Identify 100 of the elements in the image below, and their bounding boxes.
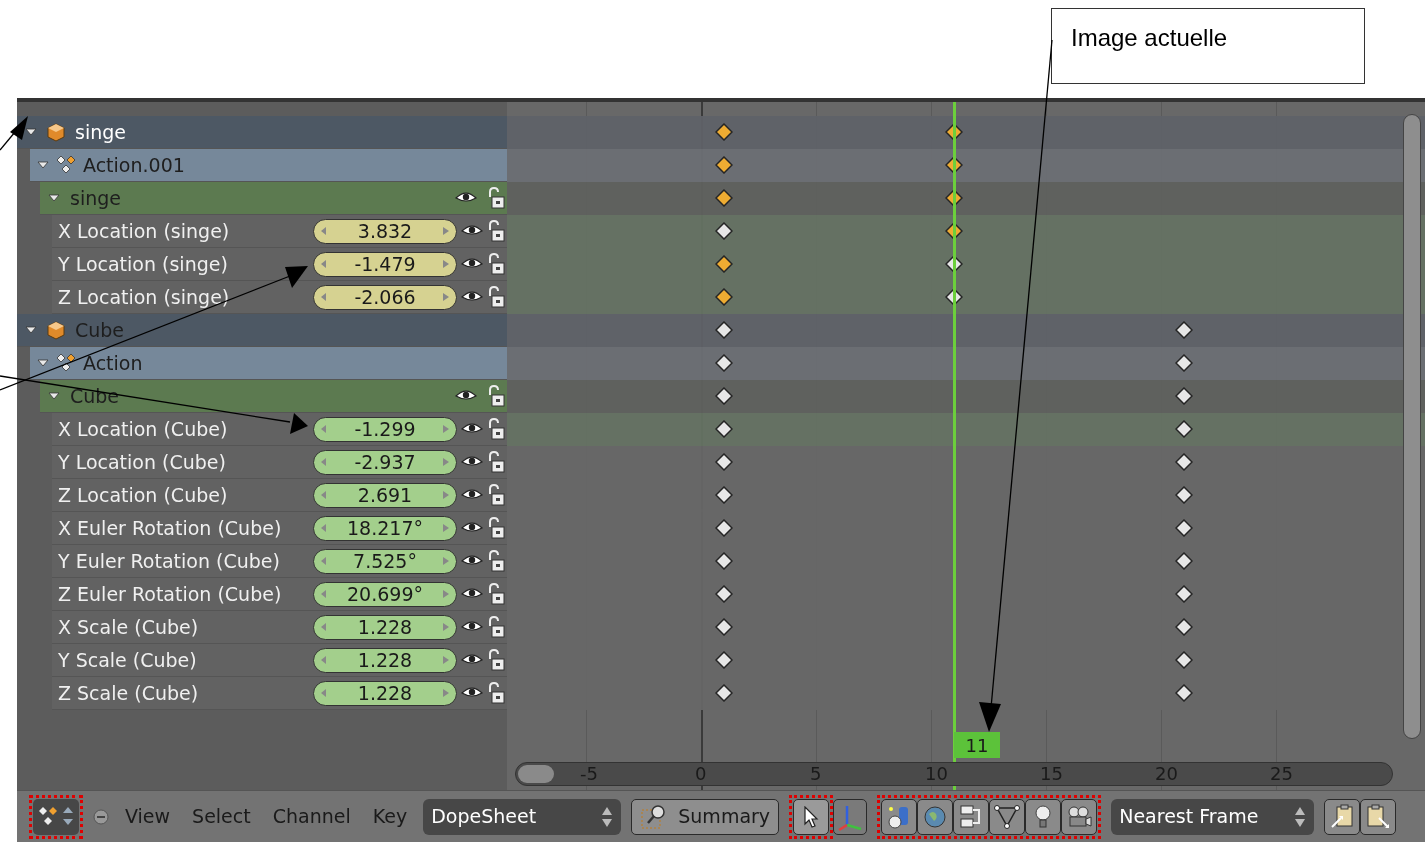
keyframe-diamond-icon[interactable] xyxy=(1175,519,1193,537)
keyframe-diamond-icon[interactable] xyxy=(1175,684,1193,702)
keyframe-diamond-icon[interactable] xyxy=(715,618,733,636)
unlocked-padlock-icon[interactable] xyxy=(487,616,505,638)
fcurve-channel-row[interactable]: Z Euler Rotation (Cube) 20.699° xyxy=(52,578,507,611)
fcurve-channel-row[interactable]: X Location (singe) 3.832 xyxy=(52,215,507,248)
keyframe-diamond-icon[interactable] xyxy=(715,684,733,702)
keyframe-diamond-icon[interactable] xyxy=(715,453,733,471)
disclosure-triangle-icon[interactable] xyxy=(25,325,37,335)
eye-icon[interactable] xyxy=(461,488,483,502)
keyframe-diamond-icon[interactable] xyxy=(1175,486,1193,504)
unlocked-padlock-icon[interactable] xyxy=(487,187,505,209)
unlocked-padlock-icon[interactable] xyxy=(487,385,505,407)
eye-icon[interactable] xyxy=(461,455,483,469)
hidden-toggle[interactable] xyxy=(833,798,868,835)
mode-dropdown[interactable]: DopeSheet xyxy=(423,798,622,835)
unlocked-padlock-icon[interactable] xyxy=(487,517,505,539)
fcurve-channel-row[interactable]: Y Scale (Cube) 1.228 xyxy=(52,644,507,677)
eye-icon[interactable] xyxy=(461,422,483,436)
unlocked-padlock-icon[interactable] xyxy=(487,583,505,605)
object-channel-row[interactable]: singe xyxy=(17,116,507,149)
fcurve-channel-row[interactable]: Z Location (singe) -2.066 xyxy=(52,281,507,314)
keyframe-diamond-icon[interactable] xyxy=(715,486,733,504)
keyframe-diamond-icon[interactable] xyxy=(715,189,733,207)
unlocked-padlock-icon[interactable] xyxy=(487,286,505,308)
unlocked-padlock-icon[interactable] xyxy=(487,484,505,506)
keyframe-diamond-icon[interactable] xyxy=(715,420,733,438)
keyframe-diamond-icon[interactable] xyxy=(715,387,733,405)
current-frame-indicator[interactable]: 11 xyxy=(954,732,1000,758)
nodes-filter-button[interactable] xyxy=(953,798,990,835)
keyframe-diamond-icon[interactable] xyxy=(1175,585,1193,603)
action-channel-row[interactable]: Action xyxy=(30,347,507,380)
keyframe-diamond-icon[interactable] xyxy=(715,156,733,174)
keyframe-diamond-icon[interactable] xyxy=(715,354,733,372)
menu-item[interactable]: Key xyxy=(366,802,414,831)
eye-icon[interactable] xyxy=(461,257,483,271)
disclosure-triangle-icon[interactable] xyxy=(48,193,60,203)
keyframe-diamond-icon[interactable] xyxy=(1175,354,1193,372)
keyframe-diamond-icon[interactable] xyxy=(1175,387,1193,405)
keyframe-diamond-icon[interactable] xyxy=(1175,552,1193,570)
disclosure-triangle-icon[interactable] xyxy=(25,127,37,137)
fcurve-channel-row[interactable]: Z Location (Cube) 2.691 xyxy=(52,479,507,512)
menu-item[interactable]: Channel xyxy=(266,802,357,831)
objects-filter-button[interactable] xyxy=(881,798,918,835)
keyframe-diamond-icon[interactable] xyxy=(715,552,733,570)
fcurve-channel-row[interactable]: Y Euler Rotation (Cube) 7.525° xyxy=(52,545,507,578)
keyframe-diamond-icon[interactable] xyxy=(715,585,733,603)
vertical-scrollbar[interactable] xyxy=(1403,114,1421,739)
unlocked-padlock-icon[interactable] xyxy=(487,451,505,473)
keyframe-diamond-icon[interactable] xyxy=(715,288,733,306)
scroll-handle[interactable] xyxy=(518,765,554,783)
minus-circle-icon[interactable] xyxy=(93,808,109,825)
keyframe-diamond-icon[interactable] xyxy=(1175,618,1193,636)
menu-item[interactable]: Select xyxy=(186,802,257,831)
unlocked-padlock-icon[interactable] xyxy=(487,418,505,440)
eye-icon[interactable] xyxy=(461,224,483,238)
unlocked-padlock-icon[interactable] xyxy=(487,253,505,275)
eye-icon[interactable] xyxy=(461,620,483,634)
keyframe-diamond-icon[interactable] xyxy=(1175,321,1193,339)
menu-item[interactable]: View xyxy=(119,802,177,831)
copy-keyframes-button[interactable] xyxy=(1324,798,1361,835)
mesh-filter-button[interactable] xyxy=(989,798,1026,835)
eye-icon[interactable] xyxy=(455,389,477,403)
fcurve-channel-row[interactable]: X Location (Cube) -1.299 xyxy=(52,413,507,446)
keyframe-diamond-icon[interactable] xyxy=(715,222,733,240)
keyframe-diamond-icon[interactable] xyxy=(715,651,733,669)
eye-icon[interactable] xyxy=(461,554,483,568)
eye-icon[interactable] xyxy=(461,290,483,304)
disclosure-triangle-icon[interactable] xyxy=(48,391,60,401)
unlocked-padlock-icon[interactable] xyxy=(487,550,505,572)
world-filter-button[interactable] xyxy=(917,798,954,835)
camera-filter-button[interactable] xyxy=(1061,798,1098,835)
lamp-filter-button[interactable] xyxy=(1025,798,1062,835)
eye-icon[interactable] xyxy=(461,521,483,535)
eye-icon[interactable] xyxy=(461,587,483,601)
disclosure-triangle-icon[interactable] xyxy=(37,358,49,368)
paste-keyframes-button[interactable] xyxy=(1360,798,1397,835)
eye-icon[interactable] xyxy=(455,191,477,205)
fcurve-channel-row[interactable]: Y Location (singe) -1.479 xyxy=(52,248,507,281)
keyframe-diamond-icon[interactable] xyxy=(1175,453,1193,471)
fcurve-channel-row[interactable]: X Euler Rotation (Cube) 18.217° xyxy=(52,512,507,545)
unlocked-padlock-icon[interactable] xyxy=(487,649,505,671)
unlocked-padlock-icon[interactable] xyxy=(487,682,505,704)
eye-icon[interactable] xyxy=(461,686,483,700)
keyframe-diamond-icon[interactable] xyxy=(715,321,733,339)
keyframe-diamond-icon[interactable] xyxy=(1175,420,1193,438)
action-channel-row[interactable]: Action.001 xyxy=(30,149,507,182)
snap-dropdown[interactable]: Nearest Frame xyxy=(1111,798,1315,835)
keyframe-diamond-icon[interactable] xyxy=(715,123,733,141)
disclosure-triangle-icon[interactable] xyxy=(37,160,49,170)
keyframe-diamond-icon[interactable] xyxy=(1175,651,1193,669)
unlocked-padlock-icon[interactable] xyxy=(487,220,505,242)
keyframe-diamond-icon[interactable] xyxy=(715,519,733,537)
keyframe-diamond-icon[interactable] xyxy=(715,255,733,273)
fcurve-channel-row[interactable]: Z Scale (Cube) 1.228 xyxy=(52,677,507,710)
fcurve-channel-row[interactable]: X Scale (Cube) 1.228 xyxy=(52,611,507,644)
eye-icon[interactable] xyxy=(461,653,483,667)
fcurve-channel-row[interactable]: Y Location (Cube) -2.937 xyxy=(52,446,507,479)
slider-value: 1.228 xyxy=(357,647,413,673)
summary-toggle[interactable]: Summary xyxy=(631,798,780,835)
